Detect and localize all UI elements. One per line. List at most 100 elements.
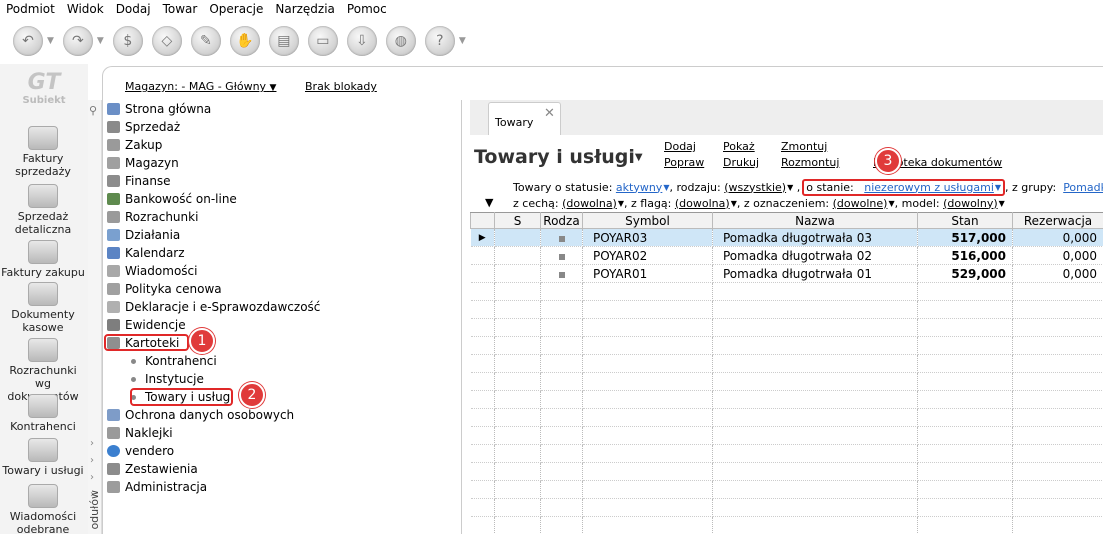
- empty-cell: [918, 481, 1013, 499]
- col-rezerwacja[interactable]: Rezerwacja: [1013, 213, 1103, 229]
- tree-item-deklaracje[interactable]: Deklaracje i e-Sprawozdawczość: [107, 298, 320, 316]
- module-wiadomosci-odebrane[interactable]: Wiadomości odebrane: [0, 484, 86, 536]
- col-s[interactable]: S: [495, 213, 541, 229]
- tree-item-wiadomosci[interactable]: Wiadomości: [107, 262, 197, 280]
- pin-icon[interactable]: ⚲: [89, 104, 97, 117]
- empty-cell: [1013, 517, 1103, 535]
- menu-widok[interactable]: Widok: [61, 2, 110, 16]
- menu-dodaj[interactable]: Dodaj: [110, 2, 157, 16]
- menu-pomoc[interactable]: Pomoc: [341, 2, 393, 16]
- tree-item-zestawienia[interactable]: Zestawienia: [107, 460, 198, 478]
- empty-cell: [495, 355, 541, 373]
- tree-subitem-instytucje[interactable]: Instytucje: [131, 370, 204, 388]
- table-row[interactable]: ▶ POYAR03 Pomadka długotrwała 03 517,000…: [471, 229, 1103, 247]
- flag-filter[interactable]: (dowolna): [675, 197, 730, 210]
- money-icon[interactable]: $: [110, 23, 146, 59]
- model-filter[interactable]: (dowolny): [943, 197, 998, 210]
- module-faktury-zakupu[interactable]: Faktury zakupu: [0, 240, 86, 279]
- chevron-right-icon[interactable]: ›: [90, 455, 94, 466]
- navigation-tree: Strona główna Sprzedaż Zakup Magazyn Fin…: [102, 100, 462, 534]
- table-row[interactable]: POYAR01 Pomadka długotrwała 01 529,000 0…: [471, 265, 1103, 283]
- stock-filter[interactable]: niezerowym z usługami: [864, 181, 994, 194]
- tab-towary[interactable]: Towary ✕: [488, 102, 561, 135]
- cell-type: [541, 247, 583, 265]
- tree-item-rozrachunki[interactable]: Rozrachunki: [107, 208, 198, 226]
- module-kontrahenci[interactable]: Kontrahenci: [0, 394, 86, 433]
- module-towary-i-uslugi[interactable]: Towary i usługi: [0, 438, 86, 477]
- tree-subitem-kontrahenci[interactable]: Kontrahenci: [131, 352, 217, 370]
- grid-options-icon[interactable]: ▼: [485, 196, 493, 209]
- empty-row: [471, 319, 1103, 337]
- tree-item-magazyn[interactable]: Magazyn: [107, 154, 179, 172]
- empty-cell: [918, 283, 1013, 301]
- menu-narzedzia[interactable]: Narzędzia: [269, 2, 341, 16]
- col-nazwa[interactable]: Nazwa: [713, 213, 918, 229]
- edit-tag-icon[interactable]: ✎: [188, 23, 224, 59]
- module-faktury-sprzedazy[interactable]: Faktury sprzedaży: [0, 126, 86, 178]
- marking-filter[interactable]: (dowolne): [833, 197, 888, 210]
- menu-towar[interactable]: Towar: [157, 2, 204, 16]
- cards-icon[interactable]: ▭: [305, 23, 341, 59]
- tag-icon[interactable]: ◇: [149, 23, 185, 59]
- forward-dropdown-icon[interactable]: ▼: [97, 36, 104, 46]
- action-popraw[interactable]: Popraw: [664, 156, 704, 169]
- close-icon[interactable]: ✕: [544, 106, 555, 121]
- tree-item-bankowosc[interactable]: Bankowość on-line: [107, 190, 237, 208]
- chevron-right-icon[interactable]: ›: [90, 472, 94, 483]
- col-symbol[interactable]: Symbol: [583, 213, 713, 229]
- lock-status-link[interactable]: Brak blokady: [305, 80, 377, 93]
- back-dropdown-icon[interactable]: ▼: [47, 36, 54, 46]
- tree-item-strona-glowna[interactable]: Strona główna: [107, 100, 211, 118]
- empty-row: [471, 463, 1103, 481]
- action-rozmontuj[interactable]: Rozmontuj: [781, 156, 839, 169]
- empty-cell: [583, 301, 713, 319]
- tree-item-ochrona-danych[interactable]: Ochrona danych osobowych: [107, 406, 294, 424]
- tree-item-dzialania[interactable]: Działania: [107, 226, 180, 244]
- tree-item-administracja[interactable]: Administracja: [107, 478, 207, 496]
- cell-stan: 516,000: [918, 247, 1013, 265]
- page-title[interactable]: Towary i usługi▼: [474, 146, 643, 168]
- admin-icon: [107, 481, 120, 493]
- action-drukuj[interactable]: Drukuj: [723, 156, 759, 169]
- empty-cell: [918, 373, 1013, 391]
- module-dokumenty-kasowe[interactable]: Dokumenty kasowe: [0, 282, 86, 334]
- download-icon[interactable]: ⇩: [344, 23, 380, 59]
- tree-item-polityka-cenowa[interactable]: Polityka cenowa: [107, 280, 222, 298]
- tree-item-zakup[interactable]: Zakup: [107, 136, 162, 154]
- tree-item-vendero[interactable]: vendero: [107, 442, 174, 460]
- group-filter[interactable]: Pomadki: [1063, 181, 1103, 194]
- action-pokaz[interactable]: Pokaż: [723, 140, 755, 153]
- action-dodaj[interactable]: Dodaj: [664, 140, 696, 153]
- col-stan[interactable]: Stan: [918, 213, 1013, 229]
- back-arrow-icon[interactable]: ↶: [10, 23, 46, 59]
- printer-icon[interactable]: ▤: [266, 23, 302, 59]
- help-icon[interactable]: ?: [422, 23, 458, 59]
- col-rodzaj[interactable]: Rodza: [541, 213, 583, 229]
- tree-item-finanse[interactable]: Finanse: [107, 172, 171, 190]
- empty-cell: [713, 373, 918, 391]
- tree-item-naklejki[interactable]: Naklejki: [107, 424, 173, 442]
- help-dropdown-icon[interactable]: ▼: [459, 36, 466, 46]
- tree-item-sprzedaz[interactable]: Sprzedaż: [107, 118, 180, 136]
- chevron-right-icon[interactable]: ›: [90, 438, 94, 449]
- status-filter[interactable]: aktywny: [616, 181, 662, 194]
- forward-arrow-icon[interactable]: ↷: [60, 23, 96, 59]
- globe-icon[interactable]: ◍: [383, 23, 419, 59]
- type-filter[interactable]: (wszystkie): [724, 181, 786, 194]
- tree-item-ewidencje[interactable]: Ewidencje: [107, 316, 186, 334]
- module-column: ⚲ › › › › odułów: [88, 100, 102, 534]
- menu-podmiot[interactable]: Podmiot: [0, 2, 61, 16]
- empty-cell: [541, 499, 583, 517]
- feature-filter[interactable]: (dowolna): [562, 197, 617, 210]
- subiekt-logo: GT Subiekt: [14, 70, 74, 110]
- empty-row: [471, 337, 1103, 355]
- tree-item-kalendarz[interactable]: Kalendarz: [107, 244, 185, 262]
- menu-operacje[interactable]: Operacje: [203, 2, 269, 16]
- table-row[interactable]: POYAR02 Pomadka długotrwała 02 516,000 0…: [471, 247, 1103, 265]
- action-zmontuj[interactable]: Zmontuj: [781, 140, 827, 153]
- hand-coin-icon[interactable]: ✋: [227, 23, 263, 59]
- module-sprzedaz-detaliczna[interactable]: Sprzedaż detaliczna: [0, 184, 86, 236]
- warehouse-selector[interactable]: Magazyn: - MAG - Główny ▼: [125, 80, 276, 93]
- empty-cell: [713, 337, 918, 355]
- cell-s: [495, 247, 541, 265]
